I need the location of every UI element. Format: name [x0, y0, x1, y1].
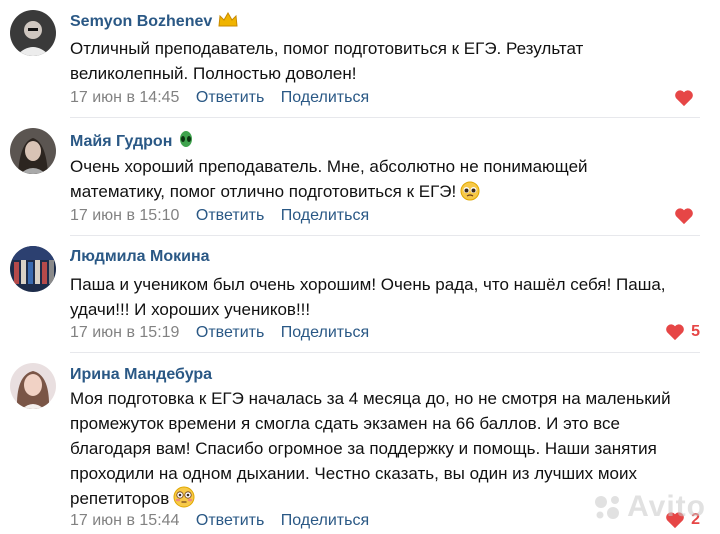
avito-watermark: Avito	[593, 490, 706, 524]
comment-text: Отличный преподаватель, помог подготовит…	[70, 39, 584, 83]
avatar[interactable]	[10, 363, 56, 409]
heart-icon	[675, 208, 693, 225]
share-link[interactable]: Поделиться	[281, 207, 369, 225]
author-name[interactable]: Майя Гудрон	[70, 133, 172, 150]
reply-link[interactable]: Ответить	[196, 207, 264, 225]
like-button[interactable]: 5	[665, 322, 700, 342]
avito-logo-icon	[595, 496, 620, 519]
comment-date[interactable]: 17 июн в 15:10	[70, 207, 179, 225]
comment-text-content: Очень хороший преподаватель. Мне, абсолю…	[70, 157, 588, 201]
avatar[interactable]	[10, 128, 56, 174]
comment-text: Очень хороший преподаватель. Мне, абсолю…	[70, 154, 710, 208]
heart-icon	[675, 90, 693, 107]
flushed-face-emoji	[173, 486, 195, 515]
share-link[interactable]: Поделиться	[281, 89, 369, 107]
reply-link[interactable]: Ответить	[196, 324, 264, 342]
comment-author[interactable]: Людмила Мокина	[70, 248, 210, 266]
avatar[interactable]	[10, 10, 56, 56]
comment-text-content: Моя подготовка к ЕГЭ началась за 4 месяц…	[70, 389, 671, 508]
crown-icon	[218, 11, 238, 33]
like-button[interactable]	[674, 206, 700, 226]
avatar[interactable]	[10, 246, 56, 292]
heart-icon	[666, 324, 684, 341]
comment-author[interactable]: Майя Гудрон	[70, 130, 194, 153]
comment-meta: 17 июн в 15:19 Ответить Поделиться	[70, 324, 369, 342]
author-name[interactable]: Semyon Bozhenev	[70, 13, 212, 30]
divider	[70, 235, 700, 236]
pleading-face-emoji	[460, 181, 480, 208]
author-name[interactable]: Людмила Мокина	[70, 248, 210, 265]
divider	[70, 352, 700, 353]
divider	[70, 117, 700, 118]
reply-link[interactable]: Ответить	[196, 89, 264, 107]
comment-author[interactable]: Ирина Мандебура	[70, 366, 212, 384]
comment-date[interactable]: 17 июн в 14:45	[70, 89, 179, 107]
alien-icon	[178, 130, 194, 153]
watermark-text: Avito	[627, 490, 706, 523]
like-count: 5	[691, 323, 700, 340]
reply-link[interactable]: Ответить	[196, 512, 264, 530]
comment-meta: 17 июн в 15:44 Ответить Поделиться	[70, 512, 369, 530]
comment-date[interactable]: 17 июн в 15:19	[70, 324, 179, 342]
comment-text: Паша и учеником был очень хорошим! Очень…	[70, 275, 666, 319]
comment-meta: 17 июн в 15:10 Ответить Поделиться	[70, 207, 369, 225]
share-link[interactable]: Поделиться	[281, 512, 369, 530]
comment-meta: 17 июн в 14:45 Ответить Поделиться	[70, 89, 369, 107]
comment-author[interactable]: Semyon Bozhenev	[70, 11, 238, 33]
comment-date[interactable]: 17 июн в 15:44	[70, 512, 179, 530]
share-link[interactable]: Поделиться	[281, 324, 369, 342]
author-name[interactable]: Ирина Мандебура	[70, 366, 212, 383]
like-button[interactable]	[674, 88, 700, 108]
